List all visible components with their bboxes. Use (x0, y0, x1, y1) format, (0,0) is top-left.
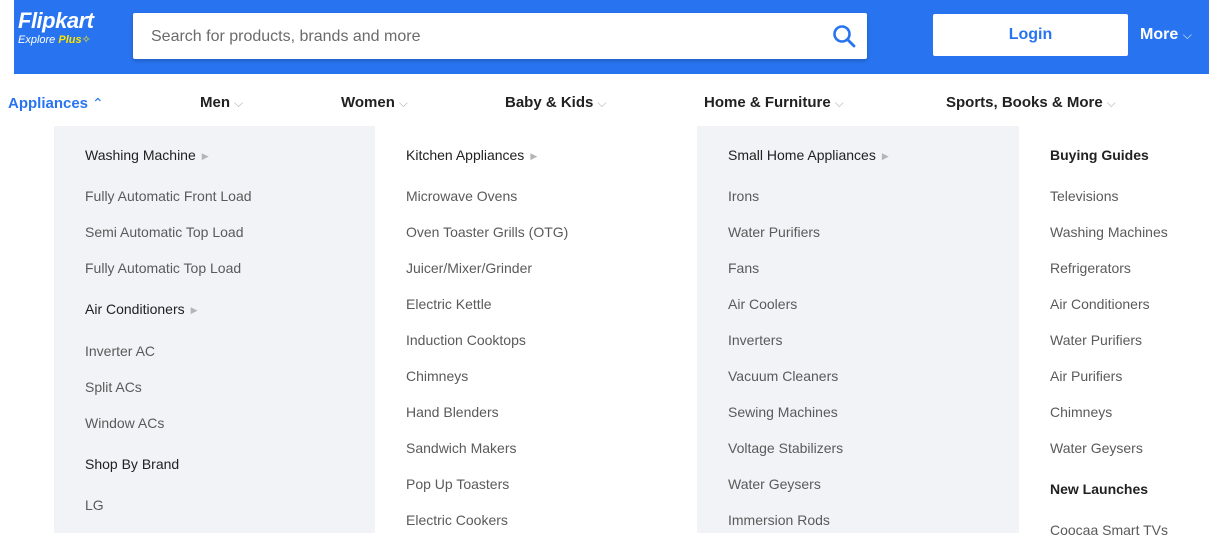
caret-right-icon: ▶ (881, 151, 889, 161)
menu-heading-new-launches[interactable]: New Launches (1050, 481, 1148, 497)
caret-right-icon: ▶ (201, 151, 209, 161)
menu-heading-shop-by-brand[interactable]: Shop By Brand (85, 456, 179, 472)
menu-heading-label: Buying Guides (1050, 147, 1149, 163)
chevron-up-icon: ⌃ (92, 95, 104, 111)
menu-link[interactable]: Sandwich Makers (406, 440, 517, 456)
logo-tagline-explore: Explore (18, 34, 56, 46)
menu-heading-label: Air Conditioners (85, 301, 185, 317)
more-menu[interactable]: More ⌵ (1140, 14, 1192, 56)
search-box (133, 13, 867, 61)
menu-heading-air-conditioners[interactable]: Air Conditioners ▶ (85, 301, 198, 317)
chevron-down-icon: ⌵ (1182, 28, 1192, 42)
menu-link[interactable]: Chimneys (406, 368, 468, 384)
logo-tagline: Explore Plus✧ (18, 33, 93, 46)
menu-link[interactable]: Sewing Machines (728, 404, 838, 420)
search-icon (833, 25, 856, 48)
menu-link[interactable]: Washing Machines (1050, 224, 1168, 240)
menu-link[interactable]: Fans (728, 260, 759, 276)
search-button[interactable] (831, 23, 857, 49)
menu-link[interactable]: Pop Up Toasters (406, 476, 509, 492)
chevron-down-icon: ⌵ (234, 96, 244, 110)
menu-link[interactable]: Refrigerators (1050, 260, 1131, 276)
menu-heading-label: New Launches (1050, 481, 1149, 497)
caret-right-icon: ▶ (530, 151, 538, 161)
more-label: More (1140, 26, 1179, 43)
nav-item-label: Appliances (8, 95, 89, 112)
menu-link[interactable]: Split ACs (85, 379, 142, 395)
menu-heading-kitchen-appliances[interactable]: Kitchen Appliances ▶ (406, 147, 537, 163)
menu-link[interactable]: Hand Blenders (406, 404, 499, 420)
nav-item-home-furniture[interactable]: Home & Furniture ⌵ (704, 74, 844, 126)
nav-item-men[interactable]: Men ⌵ (200, 74, 243, 126)
menu-heading-label: Small Home Appliances (728, 147, 876, 163)
menu-link[interactable]: Oven Toaster Grills (OTG) (406, 224, 568, 240)
nav-item-label: Women (341, 94, 395, 111)
menu-link[interactable]: Microwave Ovens (406, 188, 517, 204)
chevron-down-icon: ⌵ (834, 96, 844, 110)
menu-link[interactable]: Water Purifiers (728, 224, 820, 240)
menu-heading-buying-guides[interactable]: Buying Guides (1050, 147, 1149, 163)
search-input[interactable] (149, 13, 823, 61)
chevron-down-icon: ⌵ (1106, 96, 1116, 110)
nav-item-appliances[interactable]: Appliances ⌃ (8, 74, 104, 126)
plus-icon: ✧ (81, 34, 91, 46)
menu-link[interactable]: Coocaa Smart TVs (1050, 522, 1168, 538)
menu-heading-label: Kitchen Appliances (406, 147, 525, 163)
menu-link[interactable]: Voltage Stabilizers (728, 440, 843, 456)
menu-link[interactable]: Air Conditioners (1050, 296, 1150, 312)
nav-item-label: Baby & Kids (505, 94, 594, 111)
menu-link[interactable]: Fully Automatic Top Load (85, 260, 241, 276)
caret-right-icon: ▶ (190, 305, 198, 315)
nav-item-baby-kids[interactable]: Baby & Kids ⌵ (505, 74, 606, 126)
chevron-down-icon: ⌵ (398, 96, 409, 110)
menu-link[interactable]: LG (85, 497, 104, 513)
menu-column-3: Small Home Appliances ▶ Irons Water Purif… (697, 126, 1019, 533)
chevron-down-icon: ⌵ (597, 96, 607, 110)
menu-link[interactable]: Induction Cooktops (406, 332, 526, 348)
menu-link[interactable]: Televisions (1050, 188, 1118, 204)
menu-column-1: Washing Machine ▶ Fully Automatic Front L… (54, 126, 375, 533)
menu-heading-washing-machine[interactable]: Washing Machine ▶ (85, 147, 209, 163)
menu-link[interactable]: Juicer/Mixer/Grinder (406, 260, 532, 276)
menu-link[interactable]: Inverter AC (85, 343, 155, 359)
menu-link[interactable]: Inverters (728, 332, 782, 348)
category-nav: Appliances ⌃ Men ⌵ Women ⌵ Baby & Kids ⌵ Hom… (0, 74, 1209, 126)
appliances-mega-menu: Washing Machine ▶ Fully Automatic Front L… (0, 126, 1209, 538)
menu-link[interactable]: Chimneys (1050, 404, 1112, 420)
menu-link[interactable]: Air Coolers (728, 296, 797, 312)
menu-link[interactable]: Water Geysers (728, 476, 821, 492)
header-bar: Flipkart Explore Plus✧ Login More ⌵ (14, 0, 1209, 74)
logo-wordmark: Flipkart (18, 8, 94, 33)
nav-item-label: Home & Furniture (704, 94, 831, 111)
menu-link[interactable]: Fully Automatic Front Load (85, 188, 252, 204)
login-button[interactable]: Login (933, 14, 1128, 56)
menu-link[interactable]: Semi Automatic Top Load (85, 224, 244, 240)
nav-item-label: Sports, Books & More (946, 94, 1103, 111)
menu-link[interactable]: Irons (728, 188, 759, 204)
menu-link[interactable]: Window ACs (85, 415, 164, 431)
menu-link[interactable]: Water Geysers (1050, 440, 1143, 456)
flipkart-logo[interactable]: Flipkart Explore Plus✧ (18, 8, 94, 47)
nav-item-label: Men (200, 94, 230, 111)
menu-link[interactable]: Electric Cookers (406, 512, 508, 528)
menu-heading-small-home-appliances[interactable]: Small Home Appliances ▶ (728, 147, 889, 163)
nav-item-sports-books[interactable]: Sports, Books & More ⌵ (946, 74, 1116, 126)
menu-link[interactable]: Air Purifiers (1050, 368, 1122, 384)
menu-link[interactable]: Water Purifiers (1050, 332, 1142, 348)
menu-link[interactable]: Electric Kettle (406, 296, 492, 312)
menu-column-4: Buying Guides Televisions Washing Machin… (1019, 126, 1209, 538)
menu-link[interactable]: Immersion Rods (728, 512, 830, 528)
menu-column-2: Kitchen Appliances ▶ Microwave Ovens Oven… (375, 126, 697, 533)
menu-heading-label: Washing Machine (85, 147, 196, 163)
menu-link[interactable]: Vacuum Cleaners (728, 368, 838, 384)
logo-tagline-plus: Plus (58, 34, 82, 46)
nav-item-women[interactable]: Women ⌵ (341, 74, 408, 126)
menu-heading-label: Shop By Brand (85, 456, 180, 472)
